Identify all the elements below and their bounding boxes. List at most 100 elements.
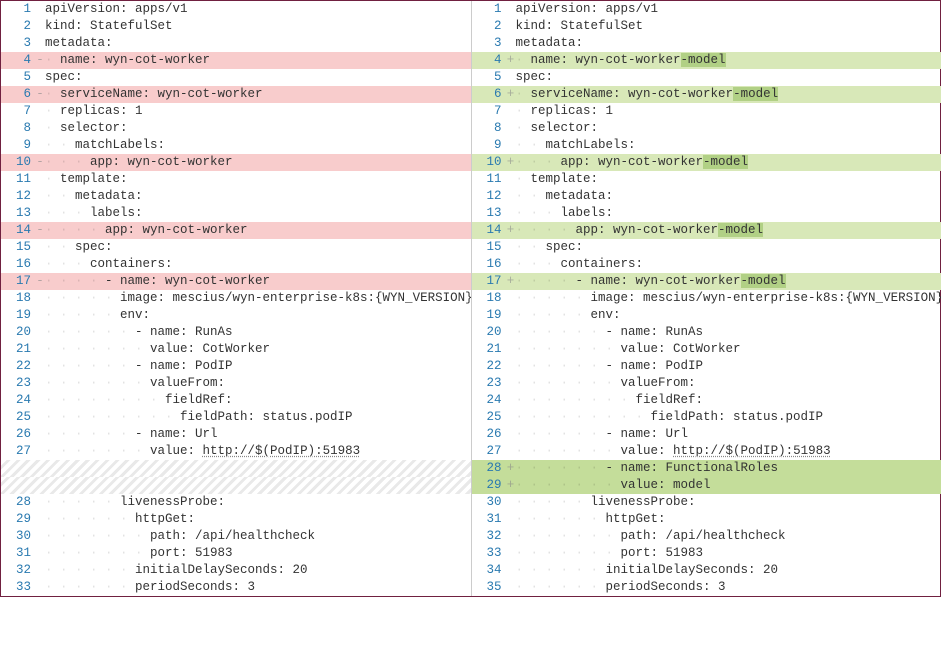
diff-line: 26· · · · · · - name: Url [1, 426, 471, 443]
diff-line [1, 477, 471, 494]
code-content: · · · · · · - name: RunAs [45, 324, 471, 341]
code-content: · name: wyn-cot-worker [45, 52, 471, 69]
diff-line: 4-· name: wyn-cot-worker [1, 52, 471, 69]
code-content: · · · · · · - name: FunctionalRoles [516, 460, 941, 477]
code-content: · · · · · livenessProbe: [516, 494, 941, 511]
code-content: · · · · · · · port: 51983 [516, 545, 941, 562]
line-number: 33 [472, 545, 506, 562]
line-number: 15 [472, 239, 506, 256]
line-number: 12 [472, 188, 506, 205]
diff-line: 10-· · · app: wyn-cot-worker [1, 154, 471, 171]
change-sign: + [506, 460, 516, 477]
line-number: 31 [1, 545, 35, 562]
code-content: · selector: [45, 120, 471, 137]
code-content: · · · containers: [45, 256, 471, 273]
code-content: · · · · · · · value: model [516, 477, 941, 494]
line-number: 22 [472, 358, 506, 375]
diff-line: 14-· · · · app: wyn-cot-worker [1, 222, 471, 239]
diff-line: 11 · template: [1, 171, 471, 188]
line-number: 28 [1, 494, 35, 511]
code-content: · · · · · · · value: CotWorker [516, 341, 941, 358]
code-content: · · · · · · · value: CotWorker [45, 341, 471, 358]
line-number: 22 [1, 358, 35, 375]
code-content: · · · · · · - name: PodIP [45, 358, 471, 375]
line-number: 25 [1, 409, 35, 426]
line-number: 32 [472, 528, 506, 545]
diff-line: 23· · · · · · · valueFrom: [472, 375, 941, 392]
diff-line: 7 · replicas: 1 [472, 103, 941, 120]
diff-line: 15· · spec: [1, 239, 471, 256]
diff-line: 9· · matchLabels: [472, 137, 941, 154]
change-sign: - [35, 273, 45, 290]
change-sign: - [35, 154, 45, 171]
code-content: · · · · - name: wyn-cot-worker [45, 273, 471, 290]
code-content: · · · · · env: [516, 307, 941, 324]
code-content: · · · · · · · · · fieldPath: status.podI… [516, 409, 941, 426]
code-content: · · · · · livenessProbe: [45, 494, 471, 511]
line-number: 21 [472, 341, 506, 358]
line-number: 10 [1, 154, 35, 171]
line-number: 11 [1, 171, 35, 188]
diff-line: 13· · · labels: [1, 205, 471, 222]
code-content: · · spec: [516, 239, 941, 256]
line-number: 6 [472, 86, 506, 103]
code-content: · · · app: wyn-cot-worker [45, 154, 471, 171]
diff-line: 15 · · spec: [472, 239, 941, 256]
diff-line: 8· selector: [472, 120, 941, 137]
line-number: 16 [1, 256, 35, 273]
code-content: · · · · app: wyn-cot-worker [45, 222, 471, 239]
diff-line: 4+· name: wyn-cot-worker-model [472, 52, 941, 69]
line-number: 18 [472, 290, 506, 307]
diff-line: 18· · · · · image: mescius/wyn-enterpris… [472, 290, 941, 307]
line-number: 15 [1, 239, 35, 256]
diff-line: 33 · · · · · · · port: 51983 [472, 545, 941, 562]
diff-line: 30· · · · · livenessProbe: [472, 494, 941, 511]
diff-line: 12 · · metadata: [472, 188, 941, 205]
change-sign: - [35, 222, 45, 239]
diff-line: 17-· · · · - name: wyn-cot-worker [1, 273, 471, 290]
line-number: 1 [1, 1, 35, 18]
code-content: · name: wyn-cot-worker-model [516, 52, 941, 69]
code-content: · serviceName: wyn-cot-worker-model [516, 86, 941, 103]
code-content: · · · · · · · · · fieldPath: status.podI… [45, 409, 471, 426]
line-number: 35 [472, 579, 506, 596]
diff-line: 29+· · · · · · · value: model [472, 477, 941, 494]
code-content: kind: StatefulSet [45, 18, 471, 35]
line-number: 5 [1, 69, 35, 86]
diff-line: 34· · · · · · initialDelaySeconds: 20 [472, 562, 941, 579]
line-number: 4 [472, 52, 506, 69]
code-content: · · · · app: wyn-cot-worker-model [516, 222, 941, 239]
diff-line: 7· replicas: 1 [1, 103, 471, 120]
code-content: · · metadata: [45, 188, 471, 205]
code-content: · · · app: wyn-cot-worker-model [516, 154, 941, 171]
line-number: 13 [1, 205, 35, 222]
code-content: · · matchLabels: [45, 137, 471, 154]
line-number: 7 [472, 103, 506, 120]
diff-line: 6-· serviceName: wyn-cot-worker [1, 86, 471, 103]
code-content: · serviceName: wyn-cot-worker [45, 86, 471, 103]
diff-line: 6+· serviceName: wyn-cot-worker-model [472, 86, 941, 103]
code-content: · · · · · · · port: 51983 [45, 545, 471, 562]
line-number: 14 [472, 222, 506, 239]
diff-line: 25· · · · · · · · · fieldPath: status.po… [472, 409, 941, 426]
code-content: · · metadata: [516, 188, 941, 205]
line-number: 9 [472, 137, 506, 154]
line-number: 6 [1, 86, 35, 103]
change-sign: + [506, 86, 516, 103]
diff-line: 1apiVersion: apps/v1 [1, 1, 471, 18]
line-number: 5 [472, 69, 506, 86]
diff-line: 2kind: StatefulSet [472, 18, 941, 35]
diff-line: 33· · · · · · periodSeconds: 3 [1, 579, 471, 596]
code-content: · replicas: 1 [516, 103, 941, 120]
change-sign: + [506, 154, 516, 171]
diff-line: 20· · · · · · - name: RunAs [472, 324, 941, 341]
code-content: · · · labels: [516, 205, 941, 222]
diff-line: 31 · · · · · · · port: 51983 [1, 545, 471, 562]
code-content: · · · · · · initialDelaySeconds: 20 [45, 562, 471, 579]
code-content: · template: [45, 171, 471, 188]
code-content: · selector: [516, 120, 941, 137]
diff-line: 12· · metadata: [1, 188, 471, 205]
code-content: · · · · · · · value: http://$(PodIP):519… [45, 443, 471, 460]
diff-line: 26· · · · · · - name: Url [472, 426, 941, 443]
diff-line: 16· · · containers: [472, 256, 941, 273]
